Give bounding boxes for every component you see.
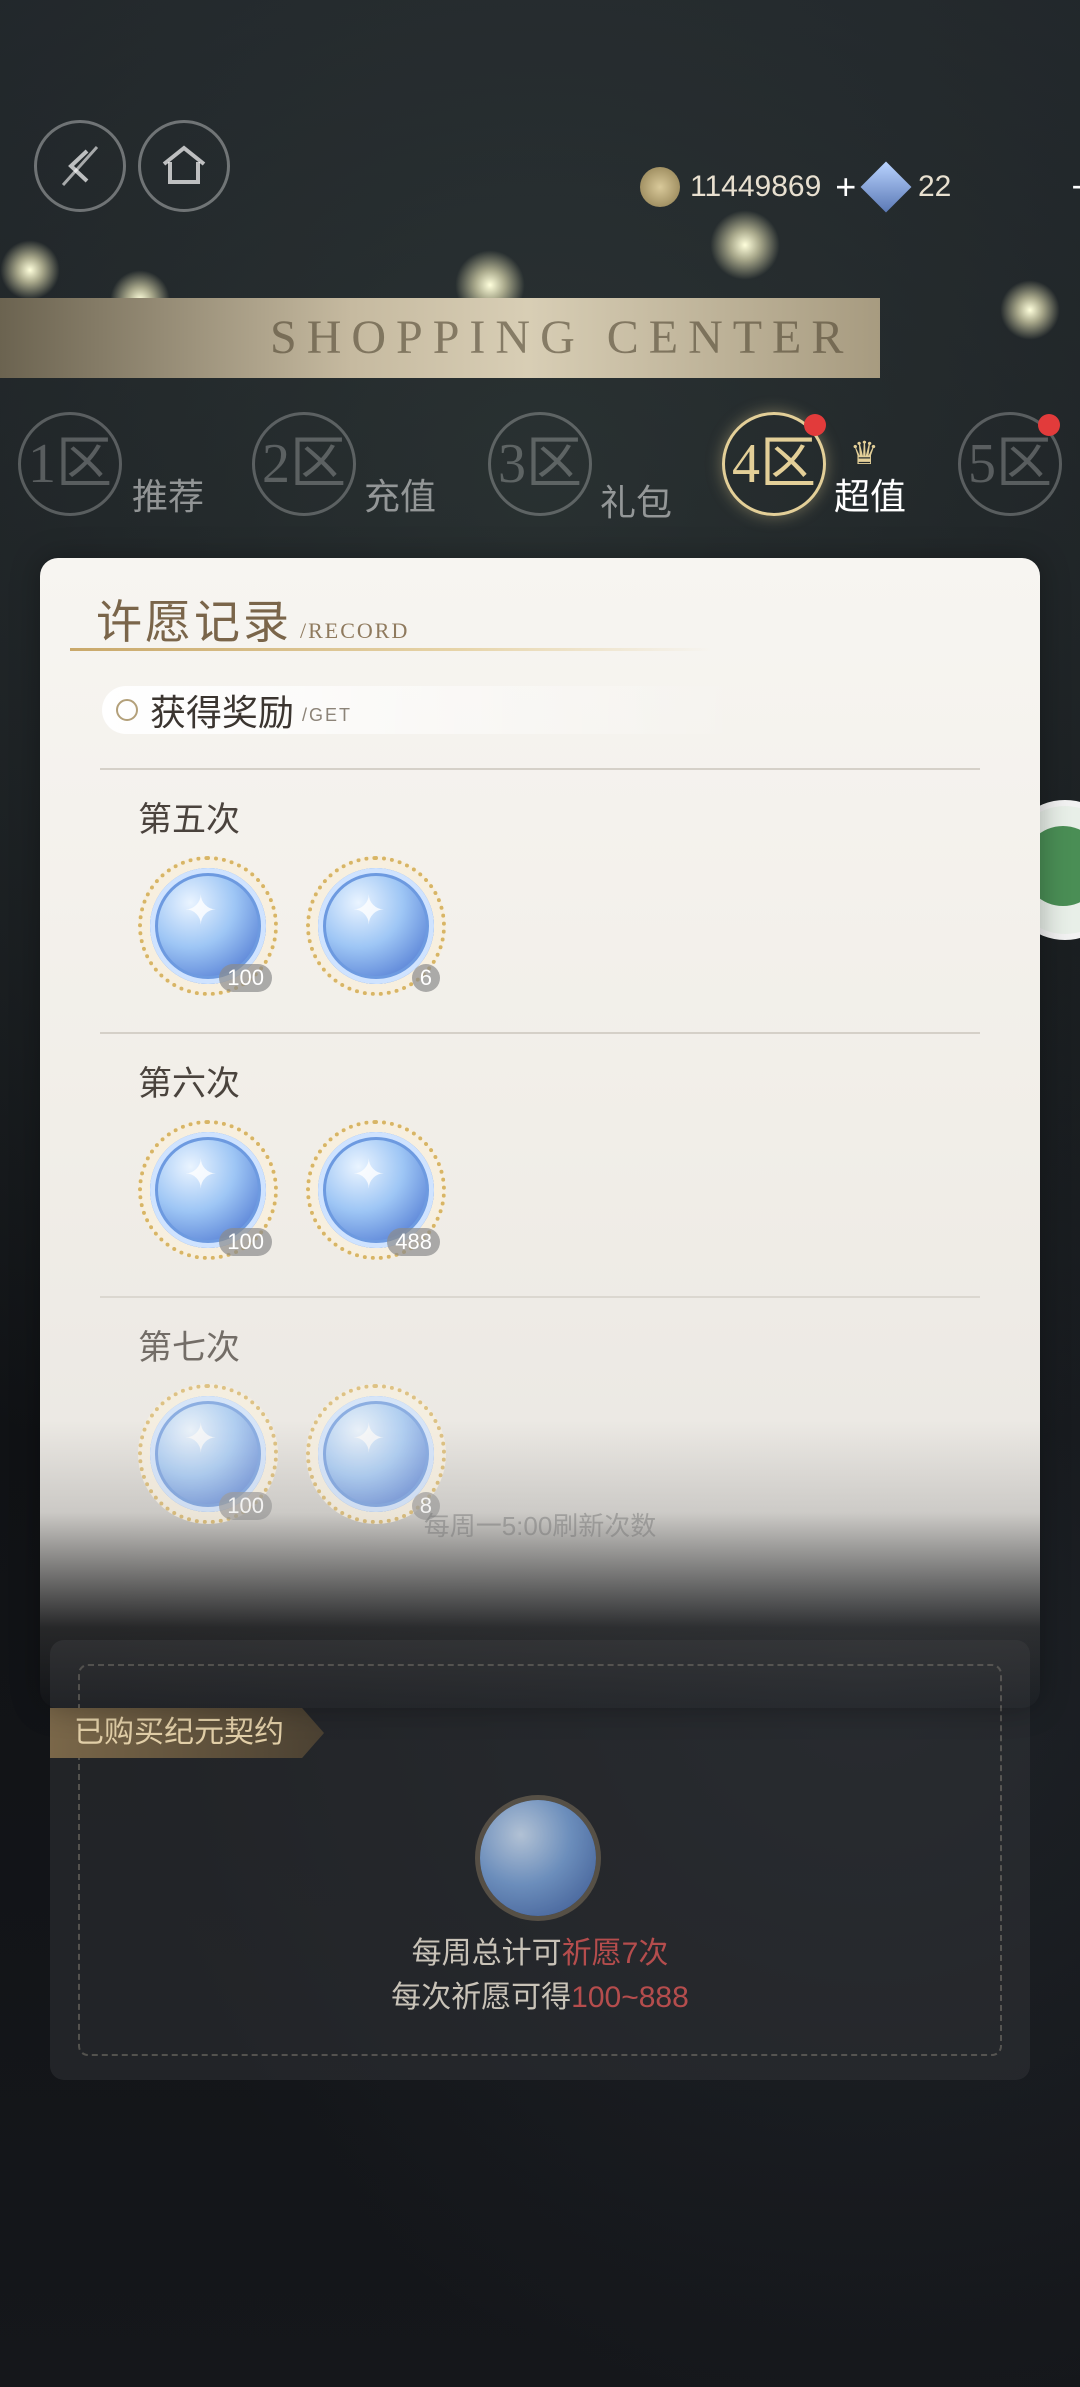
back-arrow-icon <box>61 145 99 187</box>
reward-item[interactable]: ✦ 100 <box>138 856 278 996</box>
coin-icon <box>640 167 680 207</box>
reward-item[interactable]: ✦ 100 <box>138 1120 278 1260</box>
wish-coin-icon: ✦ <box>352 1417 386 1461</box>
section-divider <box>100 1296 980 1298</box>
coin-balance: 11449869 + <box>640 165 856 209</box>
add-coins-button[interactable]: + <box>835 166 856 208</box>
wish-coin-icon: ✦ <box>184 1417 218 1461</box>
zone-label: 充值 <box>364 476 437 517</box>
gem-icon <box>860 161 912 213</box>
reward-count: 100 <box>219 964 272 992</box>
wish-coin-icon: ✦ <box>184 1153 218 1197</box>
rewards-header: 获得奖励 /GET <box>102 686 742 734</box>
record-title-text: 许愿记录 <box>96 597 292 648</box>
record-section: 第七次 ✦ 100 ✦ 8 <box>100 1296 980 1524</box>
zone-label: 礼包 <box>600 482 673 523</box>
wish-coin-icon <box>480 1800 596 1916</box>
rewards-sublabel: /GET <box>302 704 353 725</box>
shopping-center-banner: SHOPPING CENTER <box>0 298 880 378</box>
weekly-wish-count: 祈愿7次 <box>561 1937 669 1970</box>
weekly-wish-prefix: 每周总计可 <box>411 1937 562 1970</box>
weekly-wish-text: 每周总计可祈愿7次 <box>50 1928 1030 1972</box>
section-label: 第五次 <box>138 801 240 839</box>
coin-amount: 11449869 <box>690 170 822 203</box>
home-icon <box>162 145 206 184</box>
reward-item[interactable]: ✦ 8 <box>306 1384 446 1524</box>
light-sparkle <box>710 210 780 280</box>
reward-count: 100 <box>219 1228 272 1256</box>
per-wish-range: 100~888 <box>571 1981 689 2014</box>
zone-label: 超值 <box>834 476 907 517</box>
wish-coin-icon: ✦ <box>184 889 218 933</box>
section-divider <box>100 1032 980 1034</box>
crown-icon: ♛ <box>850 435 879 471</box>
back-button[interactable] <box>34 120 126 212</box>
reward-count: 488 <box>387 1228 440 1256</box>
light-sparkle <box>0 240 60 300</box>
zone-number: 1区 <box>18 412 122 516</box>
per-wish-prefix: 每次祈愿可得 <box>391 1981 572 2014</box>
record-section: 第六次 ✦ 100 ✦ 488 <box>100 1032 980 1260</box>
wish-coin-icon: ✦ <box>352 1153 386 1197</box>
notification-dot <box>804 414 826 436</box>
add-gems-button[interactable]: + <box>1071 166 1080 208</box>
record-section: 第五次 ✦ 100 ✦ 6 <box>100 768 980 996</box>
wish-coin-icon: ✦ <box>352 889 386 933</box>
reward-count: 6 <box>411 964 440 992</box>
record-title: 许愿记录/RECORD <box>96 586 409 652</box>
record-subtitle: /RECORD <box>300 618 410 643</box>
reward-icon <box>116 699 138 721</box>
section-label: 第七次 <box>138 1329 240 1367</box>
title-divider <box>70 648 710 651</box>
gem-balance: 22 + <box>860 161 1080 213</box>
section-label: 第六次 <box>138 1065 240 1103</box>
per-wish-text: 每次祈愿可得100~888 <box>50 1972 1030 2016</box>
reward-item[interactable]: ✦ 100 <box>138 1384 278 1524</box>
purchased-tag: 已购买纪元契约 <box>50 1708 324 1758</box>
zone-number: 2区 <box>252 412 356 516</box>
home-button[interactable] <box>138 120 230 212</box>
reward-item[interactable]: ✦ 6 <box>306 856 446 996</box>
refresh-note: 每周一5:00刷新次数 <box>423 1511 657 1541</box>
zone-number: 3区 <box>488 412 592 516</box>
section-divider <box>100 768 980 770</box>
gem-amount: 22 <box>918 170 952 203</box>
wish-record-card: 许愿记录/RECORD 获得奖励 /GET 第五次 ✦ 100 ✦ 6 第六次 <box>40 558 1040 1708</box>
light-sparkle <box>1000 280 1060 340</box>
rewards-label: 获得奖励 <box>150 692 295 733</box>
notification-dot <box>1038 414 1060 436</box>
reward-item[interactable]: ✦ 488 <box>306 1120 446 1260</box>
zone-label: 推荐 <box>132 476 205 517</box>
